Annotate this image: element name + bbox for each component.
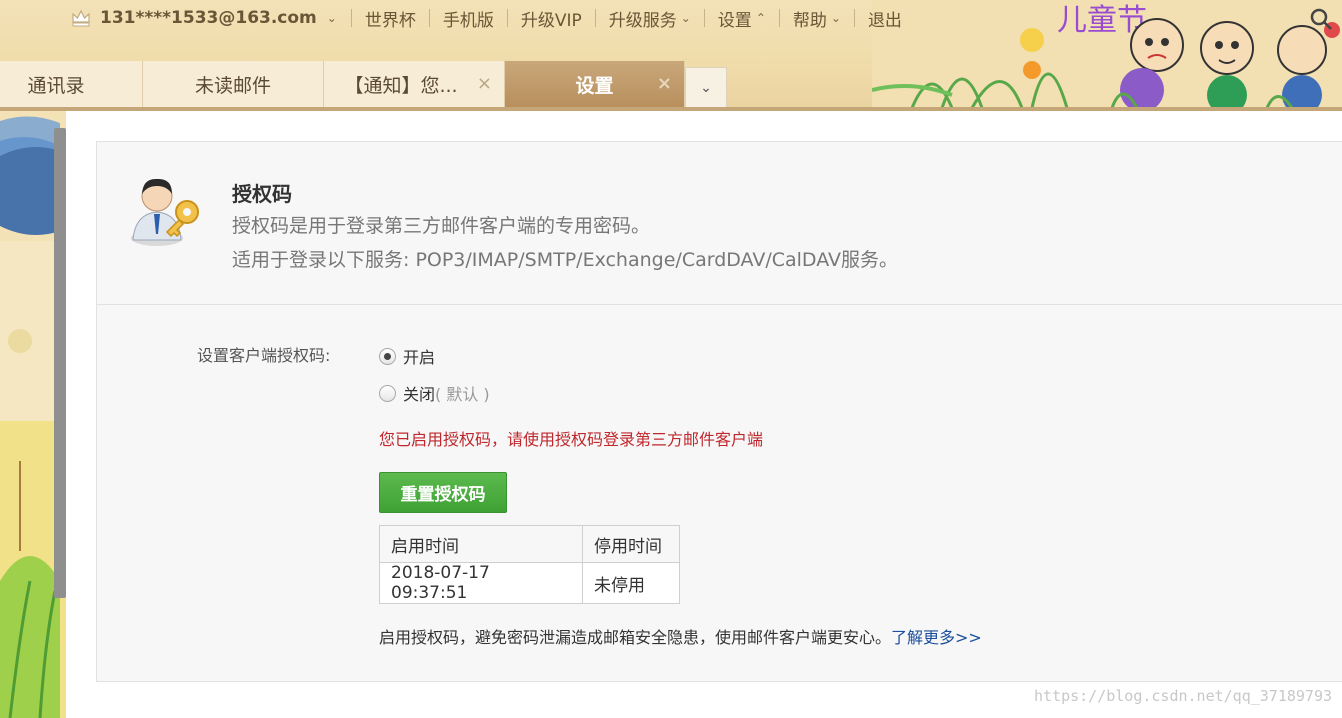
top-header: 儿童节 131****1533@163.com ⌄ 世界杯 手机版 升级VIP … bbox=[0, 0, 1342, 108]
learn-more-link[interactable]: 了解更多>> bbox=[891, 628, 982, 647]
panel-header: 授权码 授权码是用于登录第三方邮件客户端的专用密码。 适用于登录以下服务: PO… bbox=[97, 142, 1342, 305]
tab-bar: 通讯录 未读邮件 【通知】您... × 设置 × ⌄ bbox=[0, 61, 727, 108]
tab-close-icon[interactable]: × bbox=[477, 73, 492, 94]
chevron-up-icon: ⌃ bbox=[755, 11, 766, 25]
top-nav: 131****1533@163.com ⌄ 世界杯 手机版 升级VIP 升级服务… bbox=[70, 4, 915, 32]
nav-mobile[interactable]: 手机版 bbox=[430, 6, 507, 31]
nav-upgrade-service[interactable]: 升级服务 ⌄ bbox=[596, 6, 704, 31]
auth-setting-label: 设置客户端授权码: bbox=[197, 346, 331, 365]
watermark: https://blog.csdn.net/qq_37189793 bbox=[1033, 687, 1332, 705]
auth-code-panel: 授权码 授权码是用于登录第三方邮件客户端的专用密码。 适用于登录以下服务: PO… bbox=[96, 141, 1342, 682]
enabled-time-cell: 2018-07-17 09:37:51 bbox=[379, 562, 583, 604]
tab-settings[interactable]: 设置 × bbox=[505, 61, 685, 108]
nav-help[interactable]: 帮助 ⌄ bbox=[780, 6, 854, 31]
nav-settings[interactable]: 设置 ⌃ bbox=[705, 6, 779, 31]
left-scrollbar[interactable] bbox=[54, 128, 66, 598]
panel-services: 适用于登录以下服务: POP3/IMAP/SMTP/Exchange/CardD… bbox=[232, 249, 899, 271]
tab-unread-mail[interactable]: 未读邮件 bbox=[143, 61, 324, 108]
disabled-time-cell: 未停用 bbox=[582, 562, 680, 604]
header-illustration: 儿童节 bbox=[872, 0, 1342, 108]
account-chevron-down-icon[interactable]: ⌄ bbox=[327, 11, 337, 25]
enabled-notice: 您已启用授权码，请使用授权码登录第三方邮件客户端 bbox=[379, 430, 764, 449]
footer-note: 启用授权码，避免密码泄漏造成邮箱安全隐患，使用邮件客户端更安心。了解更多>> bbox=[379, 628, 982, 647]
tab-notice[interactable]: 【通知】您... × bbox=[324, 61, 505, 108]
chevron-down-icon: ⌄ bbox=[830, 11, 841, 25]
tab-contacts[interactable]: 通讯录 bbox=[0, 61, 143, 108]
user-key-icon bbox=[131, 178, 199, 246]
panel-title: 授权码 bbox=[232, 182, 292, 206]
nav-upgrade-vip[interactable]: 升级VIP bbox=[508, 6, 595, 31]
crown-icon bbox=[72, 9, 90, 27]
search-icon[interactable] bbox=[1308, 6, 1334, 32]
radio-selected-icon bbox=[379, 347, 396, 365]
chevron-down-icon: ⌄ bbox=[700, 79, 712, 96]
table-row: 2018-07-17 09:37:51 未停用 bbox=[379, 562, 680, 604]
column-header-enabled-time: 启用时间 bbox=[379, 525, 583, 563]
radio-unselected-icon bbox=[379, 384, 396, 402]
nav-logout[interactable]: 退出 bbox=[855, 6, 915, 31]
tab-close-icon[interactable]: × bbox=[657, 73, 672, 94]
chevron-down-icon: ⌄ bbox=[680, 11, 691, 25]
reset-auth-code-button[interactable]: 重置授权码 bbox=[379, 472, 507, 513]
radio-enable[interactable]: 开启 bbox=[379, 344, 435, 368]
tab-more-button[interactable]: ⌄ bbox=[685, 67, 727, 108]
radio-disable[interactable]: 关闭 ( 默认 ) bbox=[379, 381, 490, 405]
nav-world-cup[interactable]: 世界杯 bbox=[352, 6, 429, 31]
panel-description: 授权码是用于登录第三方邮件客户端的专用密码。 bbox=[232, 215, 651, 237]
auth-log-table: 启用时间 停用时间 2018-07-17 09:37:51 未停用 bbox=[379, 525, 680, 604]
main-content: 授权码 授权码是用于登录第三方邮件客户端的专用密码。 适用于登录以下服务: PO… bbox=[66, 111, 1342, 718]
column-header-disabled-time: 停用时间 bbox=[582, 525, 680, 563]
account-email[interactable]: 131****1533@163.com bbox=[100, 8, 317, 28]
table-header-row: 启用时间 停用时间 bbox=[379, 525, 680, 563]
